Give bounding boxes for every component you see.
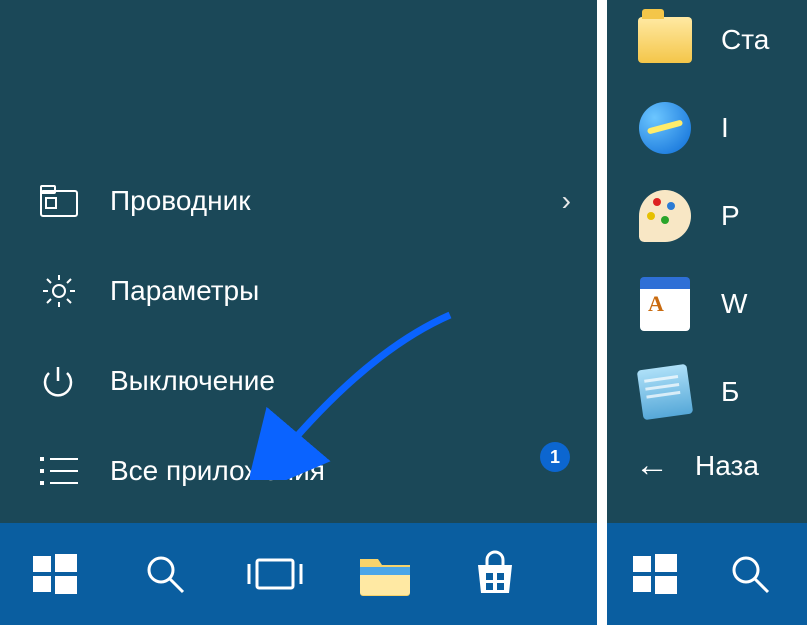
menu-item-explorer[interactable]: Проводник › xyxy=(0,156,597,246)
taskbar-start-button-2[interactable] xyxy=(607,523,702,625)
taskbar-store-button[interactable] xyxy=(440,523,550,625)
notepad-icon xyxy=(637,364,693,420)
menu-item-settings[interactable]: Параметры xyxy=(0,246,597,336)
store-icon xyxy=(470,549,520,599)
taskbar-start-button[interactable] xyxy=(0,523,110,625)
start-menu-list: Проводник › Параметры xyxy=(0,156,597,516)
app-item-wordpad[interactable]: W xyxy=(637,274,769,334)
gear-icon xyxy=(40,272,86,310)
paint-icon xyxy=(637,188,693,244)
app-item-label: P xyxy=(721,200,740,232)
app-item-notepad[interactable]: Б xyxy=(637,362,769,422)
menu-item-power[interactable]: Выключение xyxy=(0,336,597,426)
menu-item-all-apps[interactable]: Все приложения xyxy=(0,426,597,516)
windows-icon xyxy=(631,550,679,598)
wordpad-icon xyxy=(637,276,693,332)
app-item-label: I xyxy=(721,112,729,144)
folder-icon xyxy=(637,12,693,68)
power-icon xyxy=(40,363,86,399)
app-item-label: Б xyxy=(721,376,739,408)
menu-item-label: Выключение xyxy=(110,365,275,397)
chevron-right-icon: › xyxy=(562,185,571,217)
taskbar-divider xyxy=(597,523,607,625)
taskbar-right xyxy=(607,523,807,625)
arrow-left-icon: ← xyxy=(635,446,669,485)
app-item-label: Ста xyxy=(721,24,769,56)
windows-icon xyxy=(31,550,79,598)
taskbar xyxy=(0,523,807,625)
app-item-paint[interactable]: P xyxy=(637,186,769,246)
ie-icon xyxy=(637,100,693,156)
taskview-icon xyxy=(247,552,303,596)
file-explorer-icon xyxy=(358,551,412,597)
annotation-badge: 1 xyxy=(540,442,570,472)
explorer-icon xyxy=(40,185,86,217)
taskbar-taskview-button[interactable] xyxy=(220,523,330,625)
taskbar-explorer-button[interactable] xyxy=(330,523,440,625)
taskbar-left xyxy=(0,523,597,625)
search-icon xyxy=(143,552,187,596)
all-apps-icon xyxy=(40,455,86,487)
search-icon xyxy=(728,552,772,596)
app-item-folder[interactable]: Ста xyxy=(637,10,769,70)
app-list: Ста I P W Б xyxy=(637,10,769,422)
taskbar-search-button-2[interactable] xyxy=(702,523,797,625)
back-button[interactable]: ← Наза xyxy=(635,446,759,485)
menu-item-label: Проводник xyxy=(110,185,250,217)
app-item-ie[interactable]: I xyxy=(637,98,769,158)
back-label: Наза xyxy=(695,450,759,482)
app-item-label: W xyxy=(721,288,747,320)
taskbar-search-button[interactable] xyxy=(110,523,220,625)
menu-item-label: Все приложения xyxy=(110,455,325,487)
menu-item-label: Параметры xyxy=(110,275,259,307)
